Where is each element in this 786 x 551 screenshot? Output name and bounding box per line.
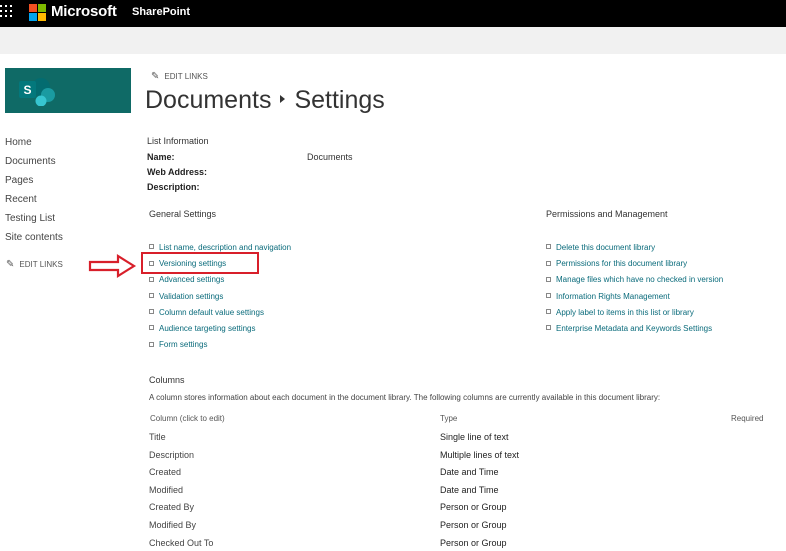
link-validation-settings[interactable]: Validation settings [149,289,291,305]
link-permissions[interactable]: Permissions for this document library [546,256,723,272]
description-label: Description: [147,182,200,192]
column-type: Date and Time [440,484,499,495]
column-name-link[interactable]: Created By [149,502,194,512]
bullet-icon [546,244,551,250]
column-type: Multiple lines of text [440,449,520,460]
column-header-required: Required [731,414,764,423]
red-arrow-icon [88,254,137,278]
svg-text:S: S [23,83,31,97]
bullet-icon [149,341,154,347]
name-label: Name: [147,152,175,162]
link-label: Validation settings [159,291,224,301]
nav-item-documents[interactable]: Documents [5,152,63,171]
bullet-icon [149,244,154,250]
column-type: Person or Group [440,502,507,513]
nav-item-site-contents[interactable]: Site contents [5,228,63,247]
link-label: Apply label to items in this list or lib… [556,307,694,317]
link-label: Manage files which have no checked in ve… [556,275,724,285]
link-label: Permissions for this document library [556,259,688,269]
sharepoint-app-name[interactable]: SharePoint [132,6,190,18]
general-settings-heading: General Settings [149,209,217,219]
link-audience-targeting-settings[interactable]: Audience targeting settings [149,321,291,337]
link-enterprise-metadata[interactable]: Enterprise Metadata and Keywords Setting… [546,321,723,337]
left-nav-edit-links[interactable]: ✎ EDIT LINKS [6,259,63,270]
bullet-icon [546,309,551,315]
bullet-icon [149,309,154,315]
breadcrumb-arrow-icon [280,95,286,104]
column-name-link[interactable]: Title [149,432,166,442]
microsoft-brand[interactable]: Microsoft [51,3,117,20]
nav-item-testing-list[interactable]: Testing List [5,209,63,228]
link-label: Enterprise Metadata and Keywords Setting… [556,323,713,333]
link-label: Form settings [159,340,208,350]
bullet-icon [546,276,551,282]
left-nav-edit-links-label: EDIT LINKS [19,260,63,269]
nav-item-home[interactable]: Home [5,133,63,152]
breadcrumb-documents[interactable]: Documents [145,86,271,114]
link-information-rights-management[interactable]: Information Rights Management [546,289,723,305]
pencil-icon: ✎ [6,259,15,270]
page-title: Documents Settings [145,86,385,115]
link-advanced-settings[interactable]: Advanced settings [149,272,291,288]
column-name-link[interactable]: Modified By [149,520,196,530]
column-type: Date and Time [440,467,499,478]
left-navigation: Home Documents Pages Recent Testing List… [5,133,63,247]
bullet-icon [546,292,551,298]
link-delete-document-library[interactable]: Delete this document library [546,240,723,256]
microsoft-logo-icon [29,4,46,21]
app-launcher-waffle-icon[interactable] [0,5,14,21]
column-type: Single line of text [440,432,509,442]
link-form-settings[interactable]: Form settings [149,337,291,353]
nav-item-pages[interactable]: Pages [5,171,63,190]
column-header-name: Column (click to edit) [150,414,225,423]
sharepoint-icon: S [19,78,55,106]
column-type: Person or Group [440,537,507,548]
bullet-icon [546,325,551,331]
web-address-label: Web Address: [147,167,208,177]
bullet-icon [149,292,154,298]
command-bar [0,27,786,54]
column-name-link[interactable]: Modified [149,485,183,495]
versioning-highlight-box [141,252,259,274]
column-name-link[interactable]: Description [149,450,194,460]
link-label: Delete this document library [556,243,656,252]
link-label: Column default value settings [159,307,264,317]
nav-item-recent[interactable]: Recent [5,190,63,209]
link-label: Audience targeting settings [159,323,256,333]
link-manage-checked-out-files[interactable]: Manage files which have no checked in ve… [546,272,723,288]
column-name-link[interactable]: Checked Out To [149,538,213,548]
permissions-heading: Permissions and Management [546,209,668,219]
breadcrumb-settings: Settings [294,86,385,114]
column-header-type: Type [440,414,458,423]
column-type: Person or Group [440,519,507,530]
link-column-default-value-settings[interactable]: Column default value settings [149,305,291,321]
column-name-link[interactable]: Created [149,467,181,477]
suite-bar: Microsoft SharePoint [0,0,786,27]
list-information-heading: List Information [147,136,209,146]
site-logo[interactable]: S [5,68,131,113]
bullet-icon [149,325,154,331]
link-label: Information Rights Management [556,291,670,301]
link-label: Advanced settings [159,275,225,285]
header-edit-links[interactable]: ✎ EDIT LINKS [151,71,208,82]
bullet-icon [149,276,154,282]
columns-heading: Columns [149,375,185,385]
name-value: Documents [307,152,353,162]
pencil-icon: ✎ [151,71,160,82]
header-edit-links-label: EDIT LINKS [164,72,208,81]
link-apply-label[interactable]: Apply label to items in this list or lib… [546,305,723,321]
link-label: List name, description and navigation [159,243,292,252]
permissions-links: Delete this document library Permissions… [546,240,723,337]
bullet-icon [546,260,551,266]
columns-description: A column stores information about each d… [149,393,661,402]
